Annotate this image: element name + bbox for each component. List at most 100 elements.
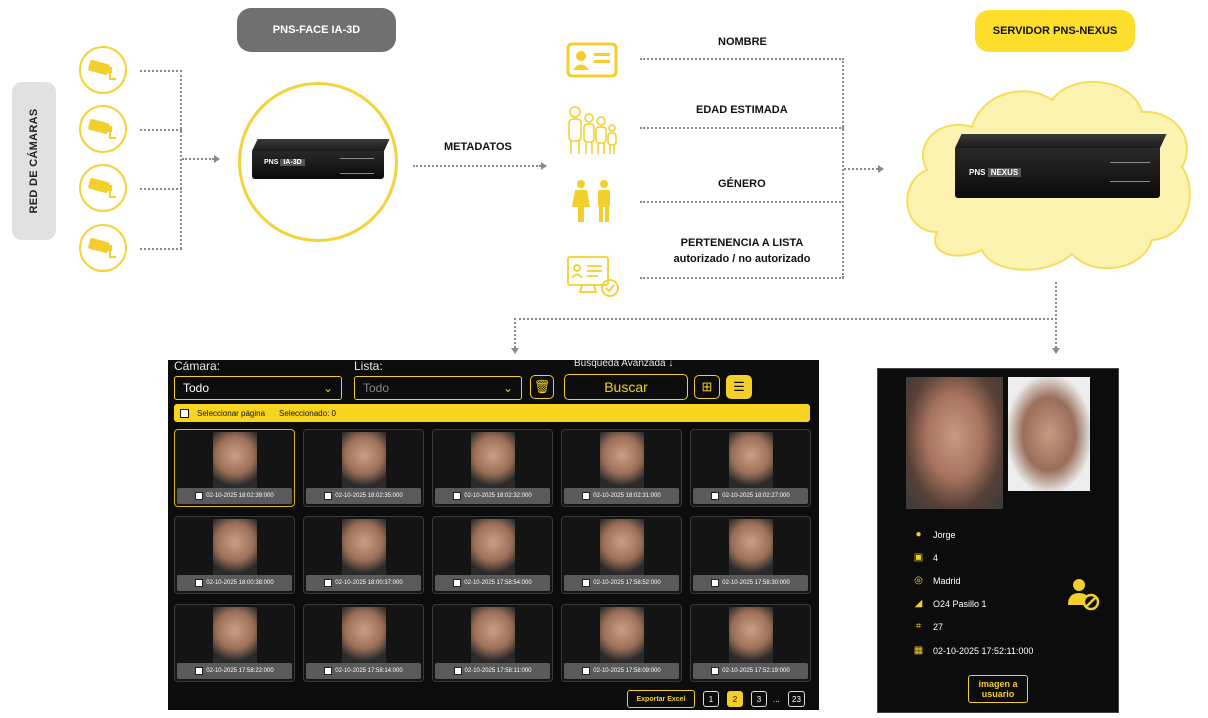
detail-age: 27 bbox=[933, 621, 944, 632]
capture-tile[interactable]: 02-10-2025 17:58:30:000 bbox=[690, 516, 811, 594]
tile-checkbox[interactable] bbox=[582, 667, 591, 675]
server-model: NEXUS bbox=[987, 168, 1022, 177]
tile-timestamp: 02-10-2025 18:00:37:000 bbox=[335, 580, 403, 586]
export-excel-button[interactable]: Exportar Excel bbox=[627, 690, 695, 708]
tile-checkbox[interactable] bbox=[711, 492, 720, 500]
tile-timestamp: 02-10-2025 17:58:14:000 bbox=[335, 668, 403, 674]
arrow-icon bbox=[511, 348, 519, 354]
detail-name-row: ● Jorge bbox=[912, 529, 956, 540]
tile-checkbox[interactable] bbox=[324, 579, 333, 587]
detail-panel: ● Jorge ▣ 4 ◎ Madrid ◢ O24 Pasillo 1 ⌗ 2… bbox=[877, 368, 1119, 713]
select-page-checkbox[interactable] bbox=[180, 408, 189, 418]
tile-timestamp: 02-10-2025 18:02:27:000 bbox=[722, 493, 790, 499]
detail-name: Jorge bbox=[933, 529, 956, 540]
tile-checkbox[interactable] bbox=[324, 492, 333, 500]
page-button[interactable]: 3 bbox=[751, 691, 767, 707]
tile-checkbox[interactable] bbox=[195, 667, 204, 675]
face-thumbnail bbox=[599, 432, 644, 490]
search-button[interactable]: Buscar bbox=[564, 374, 688, 400]
capture-tile[interactable]: 02-10-2025 17:58:54:000 bbox=[432, 516, 553, 594]
connector-line bbox=[140, 70, 182, 72]
tile-checkbox[interactable] bbox=[195, 579, 204, 587]
tile-timestamp: 02-10-2025 17:58:11:000 bbox=[464, 668, 532, 674]
advanced-search-link[interactable]: Búsqueda Avanzada ↓ bbox=[574, 360, 673, 369]
page-ellipsis: ... bbox=[773, 694, 780, 704]
image-to-user-button[interactable]: imagen a usuario bbox=[968, 675, 1028, 703]
tile-checkbox[interactable] bbox=[453, 492, 462, 500]
id-card-icon: ▣ bbox=[913, 552, 924, 563]
capture-tile[interactable]: 02-10-2025 18:02:39:000 bbox=[174, 429, 295, 507]
tile-timestamp: 02-10-2025 18:02:31:000 bbox=[593, 493, 661, 499]
clear-trash-button[interactable]: 🗑 bbox=[530, 375, 554, 399]
arrow-icon bbox=[214, 155, 220, 163]
face-thumbnail bbox=[212, 432, 257, 490]
list-view-button[interactable]: ☰ bbox=[726, 375, 752, 399]
camera-select[interactable]: Todo ⌄ bbox=[174, 376, 342, 400]
arrow-icon bbox=[878, 165, 884, 173]
list-select[interactable]: Todo ⌄ bbox=[354, 376, 522, 400]
capture-tile[interactable]: 02-10-2025 17:52:19:000 bbox=[690, 604, 811, 682]
face-scan-icon: ⌗ bbox=[915, 621, 922, 632]
connector-line bbox=[140, 188, 182, 190]
grid-icon: ⊞ bbox=[701, 379, 713, 394]
camera-filter-label: Cámara: bbox=[174, 360, 221, 373]
captured-face-image bbox=[906, 377, 1003, 509]
list-filter-label: Lista: bbox=[354, 360, 383, 373]
metadata-age-label: EDAD ESTIMADA bbox=[696, 104, 788, 116]
server-brand: PNS bbox=[969, 168, 986, 177]
page-button-active[interactable]: 2 bbox=[727, 691, 743, 707]
server-title: SERVIDOR PNS-NEXUS bbox=[975, 10, 1135, 52]
nexus-server-image: PNS NEXUS bbox=[955, 134, 1167, 198]
camera-network-text: RED DE CÁMARAS bbox=[28, 108, 40, 214]
list-select-value: Todo bbox=[363, 381, 390, 395]
metadata-list-subtitle: autorizado / no autorizado bbox=[673, 253, 811, 265]
location-user-icon: ◎ bbox=[914, 575, 923, 586]
tile-timestamp: 02-10-2025 18:02:39:000 bbox=[206, 493, 274, 499]
capture-tile[interactable]: 02-10-2025 18:02:32:000 bbox=[432, 429, 553, 507]
tile-checkbox[interactable] bbox=[711, 667, 720, 675]
device-brand: PNS bbox=[264, 159, 279, 166]
camera-icon bbox=[79, 164, 127, 212]
metadata-list-label: PERTENENCIA A LISTA autorizado / no auto… bbox=[660, 235, 824, 267]
capture-tile[interactable]: 02-10-2025 18:00:37:000 bbox=[303, 516, 424, 594]
metadata-list-title: PERTENENCIA A LISTA bbox=[680, 237, 804, 249]
tile-timestamp: 02-10-2025 17:58:22:000 bbox=[206, 668, 274, 674]
face-thumbnail bbox=[470, 432, 515, 490]
tile-checkbox[interactable] bbox=[195, 492, 204, 500]
detail-location-row: ◎ Madrid bbox=[912, 575, 961, 586]
grid-view-button[interactable]: ⊞ bbox=[694, 375, 720, 399]
capture-tile[interactable]: 02-10-2025 18:02:31:000 bbox=[561, 429, 682, 507]
connector-line bbox=[140, 129, 182, 131]
tile-checkbox[interactable] bbox=[324, 667, 333, 675]
connector-line bbox=[413, 165, 541, 167]
user-blocked-icon bbox=[1066, 577, 1100, 611]
capture-tile[interactable]: 02-10-2025 17:58:52:000 bbox=[561, 516, 682, 594]
capture-tile[interactable]: 02-10-2025 17:58:09:000 bbox=[561, 604, 682, 682]
tile-checkbox[interactable] bbox=[582, 579, 591, 587]
camera-icon bbox=[79, 224, 127, 272]
capture-tile[interactable]: 02-10-2025 18:02:35:000 bbox=[303, 429, 424, 507]
metadata-gender-label: GÉNERO bbox=[718, 178, 766, 190]
capture-tile[interactable]: 02-10-2025 18:00:38:000 bbox=[174, 516, 295, 594]
reference-face-image bbox=[1008, 377, 1090, 491]
camera-icon: ◢ bbox=[914, 598, 923, 609]
capture-tile[interactable]: 02-10-2025 17:58:11:000 bbox=[432, 604, 553, 682]
selected-count: Seleccionado: 0 bbox=[279, 408, 336, 418]
page-button[interactable]: 1 bbox=[703, 691, 719, 707]
select-page-label: Seleccionar página bbox=[197, 408, 266, 418]
page-button[interactable]: 23 bbox=[788, 691, 805, 707]
detail-location: Madrid bbox=[933, 575, 961, 586]
tile-checkbox[interactable] bbox=[453, 579, 462, 587]
capture-tile[interactable]: 02-10-2025 17:58:14:000 bbox=[303, 604, 424, 682]
device-model: IA-3D bbox=[280, 159, 305, 166]
tile-checkbox[interactable] bbox=[711, 579, 720, 587]
metadata-label: METADATOS bbox=[444, 141, 512, 153]
metadata-name-label: NOMBRE bbox=[718, 36, 767, 48]
list-monitor-icon bbox=[566, 254, 620, 300]
capture-tile[interactable]: 02-10-2025 17:58:22:000 bbox=[174, 604, 295, 682]
capture-tile[interactable]: 02-10-2025 18:02:27:000 bbox=[690, 429, 811, 507]
tile-checkbox[interactable] bbox=[582, 492, 591, 500]
tile-checkbox[interactable] bbox=[453, 667, 462, 675]
face-thumbnail bbox=[728, 607, 773, 665]
device-circle: PNS IA-3D bbox=[238, 82, 398, 242]
